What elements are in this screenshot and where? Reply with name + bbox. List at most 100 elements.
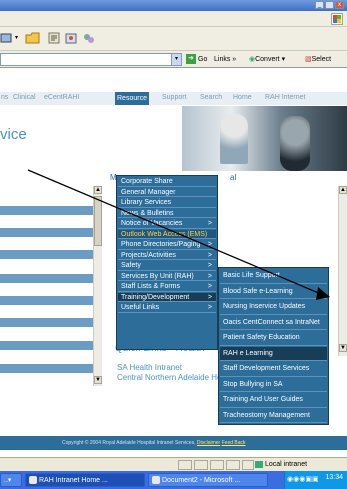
status-panel bbox=[210, 460, 224, 470]
convert-button[interactable]: ◉Convert ▾ bbox=[249, 53, 285, 66]
resource-menu-item[interactable]: Notice of Vacancies > bbox=[118, 219, 216, 229]
minimize-button[interactable]: _ bbox=[315, 1, 324, 9]
scroll-thumb[interactable] bbox=[94, 196, 102, 246]
training-menu-item[interactable]: Stop Bullying in SA bbox=[220, 378, 327, 392]
list-item[interactable] bbox=[0, 364, 93, 373]
partial-heading-right: al bbox=[230, 173, 237, 182]
history-icon[interactable] bbox=[64, 31, 78, 45]
windows-logo-icon bbox=[331, 13, 343, 25]
list-item[interactable] bbox=[0, 296, 93, 305]
quick-link-sa-health[interactable]: SA Health Intranet bbox=[117, 363, 182, 372]
close-button[interactable]: x bbox=[335, 1, 344, 9]
training-menu-item[interactable]: Nursing Inservice Updates bbox=[220, 300, 327, 315]
list-item[interactable] bbox=[0, 341, 93, 350]
resource-menu-item[interactable]: Training/Development > bbox=[118, 292, 216, 302]
nav-item-support[interactable]: Support bbox=[162, 94, 187, 101]
right-scrollbar[interactable]: ▲ ▼ bbox=[338, 186, 347, 356]
resource-menu-item[interactable]: Library Services bbox=[118, 198, 216, 208]
go-arrow-icon: ➜ bbox=[186, 54, 196, 65]
links-button[interactable]: Links » bbox=[214, 53, 236, 66]
nav-item-rah-internet[interactable]: RAH Internet bbox=[265, 94, 305, 101]
left-list bbox=[0, 186, 93, 391]
resource-menu-item[interactable]: Outlook Web Access (EMS) bbox=[118, 229, 216, 239]
edit-icon[interactable] bbox=[0, 31, 14, 45]
select-button[interactable]: ▧Select bbox=[305, 53, 331, 66]
training-menu-item[interactable]: Basic Life Support bbox=[220, 269, 327, 284]
resource-menu-item[interactable]: Safety > bbox=[118, 261, 216, 271]
training-menu-item[interactable]: Oacis CentConnect sa IntraNet bbox=[220, 316, 327, 330]
left-scrollbar[interactable]: ▲ ▼ bbox=[93, 186, 102, 386]
resource-menu-item[interactable]: News & Bulletins bbox=[118, 209, 216, 218]
resource-menu-item[interactable]: Phone Directories/Paging > bbox=[118, 240, 216, 250]
training-submenu: Basic Life Support Blood Safe e-Learning N… bbox=[218, 267, 329, 425]
favorites-icon[interactable] bbox=[47, 31, 61, 45]
maximize-button[interactable] bbox=[325, 1, 334, 9]
status-panel bbox=[178, 460, 192, 470]
taskbar-overflow-button[interactable]: ..▾ bbox=[0, 473, 22, 487]
training-menu-item[interactable]: Staff Development Services bbox=[220, 362, 327, 377]
list-item[interactable] bbox=[0, 250, 93, 259]
resource-menu-item[interactable]: Staff Lists & Forms > bbox=[118, 282, 216, 292]
address-dropdown-icon[interactable]: ▾ bbox=[171, 54, 181, 65]
resource-menu-item[interactable]: Services By Unit (RAH) > bbox=[118, 272, 216, 281]
status-panel bbox=[194, 460, 208, 470]
training-menu-item[interactable]: Patient Safety Education bbox=[220, 331, 327, 346]
list-item[interactable] bbox=[0, 206, 93, 215]
tray-icons: ◉◉◉▣▣ bbox=[287, 476, 319, 483]
photo-doctor bbox=[280, 116, 310, 171]
folder-icon[interactable] bbox=[25, 31, 41, 45]
feedback-link[interactable]: Feed Back bbox=[222, 440, 246, 446]
resource-menu-item[interactable]: Corporate Share bbox=[118, 177, 216, 187]
menu-bar bbox=[0, 11, 347, 27]
system-tray: ◉◉◉▣▣ 13:34 bbox=[284, 471, 347, 489]
list-item[interactable] bbox=[0, 274, 93, 283]
taskbar: ..▾ RAH Intranet Home ... Document2 - Mi… bbox=[0, 471, 347, 489]
address-input[interactable]: ▾ bbox=[0, 53, 182, 66]
nav-item-ns[interactable]: ns bbox=[1, 94, 8, 101]
footer-text: Copyright © 2004 Royal Adelaide Hospital… bbox=[62, 440, 246, 446]
page-title: vice bbox=[0, 126, 27, 143]
training-menu-item[interactable]: Training And User Guides bbox=[220, 393, 327, 408]
list-item[interactable] bbox=[0, 228, 93, 237]
scroll-up-icon[interactable]: ▲ bbox=[94, 186, 102, 194]
ie-icon bbox=[29, 476, 37, 485]
chevron-right-icon: > bbox=[207, 241, 212, 248]
status-panel bbox=[242, 460, 254, 470]
nav-item-resource[interactable]: Resource bbox=[115, 92, 149, 105]
window-title-bar: _ x bbox=[0, 0, 347, 11]
scroll-down-icon[interactable]: ▼ bbox=[339, 344, 347, 352]
training-menu-item[interactable]: Blood Safe e-Learning bbox=[220, 285, 327, 299]
nav-item-home[interactable]: Home bbox=[233, 94, 252, 101]
training-menu-item[interactable]: Tracheostomy Management bbox=[220, 409, 327, 423]
nav-item-clinical[interactable]: Clinical bbox=[13, 94, 36, 101]
resource-menu-item[interactable]: General Manager bbox=[118, 188, 216, 197]
taskbar-ie-button[interactable]: RAH Intranet Home ... bbox=[25, 473, 145, 487]
list-item[interactable] bbox=[0, 318, 93, 327]
site-nav: ns Clinical eCentRAHI Resource Support S… bbox=[0, 92, 347, 105]
taskbar-word-button[interactable]: Document2 - Microsoft ... bbox=[148, 473, 268, 487]
resource-menu: Corporate Share General Manager Library Se… bbox=[116, 175, 218, 350]
nav-item-search[interactable]: Search bbox=[200, 94, 222, 101]
address-bar: ▾ ➜ Go Links » ◉Convert ▾ ▧Select bbox=[0, 51, 347, 68]
disclaimer-link[interactable]: Disclaimer bbox=[197, 440, 220, 446]
header-photo bbox=[182, 106, 347, 171]
clock: 13:34 bbox=[325, 474, 343, 481]
intranet-icon bbox=[255, 460, 263, 468]
scroll-up-icon[interactable]: ▲ bbox=[339, 186, 347, 194]
mail-icon[interactable] bbox=[82, 31, 96, 45]
go-button[interactable]: ➜ Go bbox=[186, 53, 207, 66]
page-footer: Copyright © 2004 Royal Adelaide Hospital… bbox=[0, 436, 347, 450]
resource-menu-item[interactable]: Useful Links > bbox=[118, 303, 216, 313]
scroll-down-icon[interactable]: ▼ bbox=[94, 376, 102, 384]
chevron-right-icon: > bbox=[207, 220, 212, 227]
nav-item-ecentrahi[interactable]: eCentRAHI bbox=[44, 94, 79, 101]
chevron-right-icon: > bbox=[207, 304, 212, 311]
select-icon: ▧ bbox=[305, 56, 312, 63]
training-menu-item[interactable]: RAH e Learning bbox=[220, 346, 327, 361]
chevron-right-icon: > bbox=[207, 262, 212, 269]
dropdown-arrow-icon[interactable]: ▾ bbox=[15, 31, 21, 45]
chevron-right-icon: > bbox=[207, 283, 212, 290]
toolbar: ▾ bbox=[0, 27, 347, 51]
resource-menu-item[interactable]: Projects/Activities > bbox=[118, 251, 216, 260]
chevron-right-icon: > bbox=[207, 293, 212, 301]
